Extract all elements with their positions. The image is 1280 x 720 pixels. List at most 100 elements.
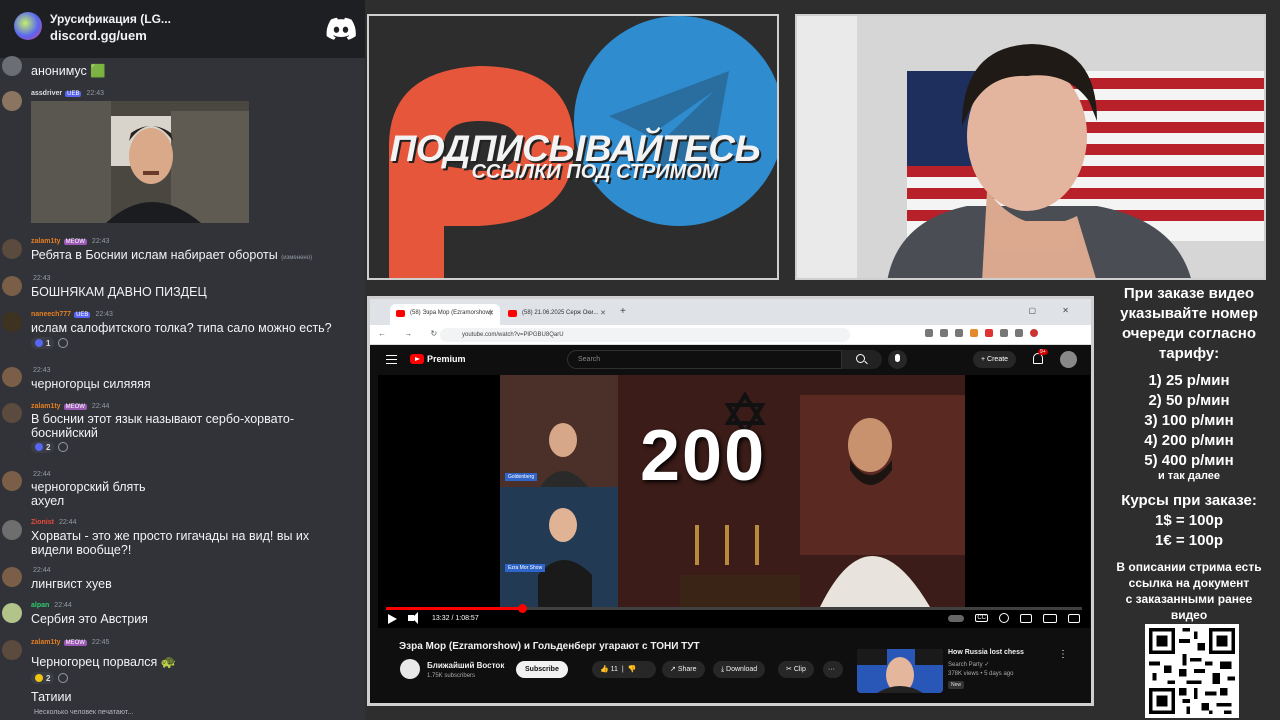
avatar[interactable] <box>2 640 22 660</box>
clip-label: Clip <box>793 666 806 673</box>
timestamp: 22:43 <box>33 275 51 282</box>
avatar[interactable] <box>2 276 22 296</box>
avatar[interactable] <box>2 403 22 423</box>
recommended-video-title[interactable]: How Russia lost chess <box>948 649 1024 656</box>
account-avatar[interactable] <box>1060 351 1077 368</box>
video-title: Эзра Мор (Ezramorshow) и Гольденберг уга… <box>399 641 700 652</box>
reaction[interactable]: 2 <box>31 441 55 453</box>
role-badge: UEB <box>74 312 91 318</box>
timestamp: 22:44 <box>54 602 72 609</box>
theater-mode-icon[interactable] <box>1043 613 1057 623</box>
microphone-icon[interactable] <box>888 350 907 369</box>
channel-avatar[interactable] <box>400 659 420 679</box>
message-text: Ребята в Боснии ислам набирает обороты (… <box>31 248 356 265</box>
channel-name[interactable]: Ближайший Восток <box>427 661 504 670</box>
avatar[interactable] <box>2 91 22 111</box>
add-reaction-button[interactable] <box>58 673 69 683</box>
add-reaction-button[interactable] <box>58 442 69 452</box>
miniplayer-icon[interactable] <box>1020 613 1032 623</box>
username[interactable]: naneech777 <box>31 311 71 318</box>
avatar[interactable] <box>2 56 22 76</box>
dislike-icon[interactable]: 👎 <box>628 666 637 673</box>
menu-icon[interactable] <box>386 355 397 364</box>
download-button[interactable]: ⤓ Download <box>713 661 766 678</box>
subscribe-button[interactable]: Subscribe <box>516 661 568 678</box>
username[interactable]: zalam1ty <box>31 238 61 245</box>
progress-bar[interactable] <box>386 604 1082 613</box>
close-tab-icon[interactable]: ✕ <box>600 309 606 317</box>
more-actions-button[interactable]: ··· <box>823 661 843 678</box>
tab-bar: (58) Эзра Мор (Ezramorshow) ✕ (58) 21.06.… <box>370 299 1091 325</box>
new-badge: New <box>948 681 965 689</box>
avatar[interactable] <box>2 239 22 259</box>
more-options-icon[interactable]: ⋮ <box>1058 649 1068 660</box>
volume-icon[interactable] <box>408 612 418 624</box>
avatar[interactable] <box>2 603 22 623</box>
reactions: 1 <box>31 337 69 349</box>
message-meta: naneech777 UEB 22:43 <box>31 311 113 318</box>
play-icon[interactable] <box>388 614 397 624</box>
video-attachment[interactable] <box>31 101 249 223</box>
extension-icon[interactable] <box>1000 329 1008 337</box>
username[interactable]: assdriver <box>31 90 62 97</box>
tab-active[interactable]: (58) Эзра Мор (Ezramorshow) ✕ <box>390 304 500 325</box>
subscriber-count: 1.75K subscribers <box>427 673 476 679</box>
footer-line: видео <box>1170 608 1208 622</box>
qr-code <box>1145 624 1239 718</box>
reaction[interactable]: 1 <box>31 337 55 349</box>
navigation-buttons[interactable]: ← → ↻ <box>378 329 445 338</box>
webcam-image <box>797 16 1264 278</box>
extension-icon[interactable] <box>925 329 933 337</box>
add-reaction-button[interactable] <box>58 338 69 348</box>
message-text: анонимус 🟩 <box>31 64 106 78</box>
participant-tag: Ezra Mor Show <box>505 564 546 572</box>
username[interactable]: zalam1ty <box>31 403 61 410</box>
search-input[interactable]: Search <box>567 350 842 369</box>
player-right-controls: CC <box>948 613 1080 623</box>
timestamp: 22:44 <box>33 471 51 478</box>
avatar[interactable] <box>2 520 22 540</box>
youtube-favicon-icon <box>508 310 517 317</box>
attachment-photo <box>31 101 249 223</box>
avatar[interactable] <box>2 471 22 491</box>
settings-gear-icon[interactable] <box>999 613 1009 623</box>
like-count: 11 <box>610 666 618 673</box>
subtitles-icon[interactable]: CC <box>975 614 988 622</box>
username[interactable]: Zionist <box>31 519 54 526</box>
avatar[interactable] <box>2 567 22 587</box>
player-controls: 13:32 / 1:08:57 CC <box>378 612 1090 628</box>
promo-subtitle: ССЫЛКИ ПОД СТРИМОМ <box>471 161 719 183</box>
tab-inactive[interactable]: (58) 21.06.2025 Серж Оки... ✕ <box>502 304 612 325</box>
clip-button[interactable]: ✂ Clip <box>778 661 814 678</box>
like-button[interactable]: 👍 11 | 👎 <box>592 661 656 678</box>
share-button[interactable]: ↗ Share <box>662 661 705 678</box>
search-icon[interactable] <box>842 350 882 369</box>
profile-icon[interactable] <box>1030 329 1038 337</box>
extension-icon[interactable] <box>940 329 948 337</box>
server-invite-link[interactable]: discord.gg/uem <box>50 28 147 43</box>
fullscreen-icon[interactable] <box>1068 613 1080 623</box>
reaction-count: 2 <box>46 442 51 452</box>
extension-icon[interactable] <box>970 329 978 337</box>
youtube-logo[interactable]: Premium <box>410 354 466 364</box>
username[interactable]: alpan <box>31 602 49 609</box>
server-icon[interactable] <box>14 12 42 40</box>
url-field[interactable]: youtube.com/watch?v=PlPGBU8QarU <box>440 328 850 342</box>
notification-count-badge: 9+ <box>1038 349 1048 355</box>
close-tab-icon[interactable]: ✕ <box>488 309 494 317</box>
avatar[interactable] <box>2 367 22 387</box>
avatar[interactable] <box>2 312 22 332</box>
reaction[interactable]: 2 <box>31 672 55 684</box>
star-icon[interactable] <box>955 329 963 337</box>
extension-icon[interactable] <box>1015 329 1023 337</box>
autoplay-toggle[interactable] <box>948 614 965 622</box>
extension-icon[interactable] <box>985 329 993 337</box>
window-controls[interactable]: ▢ ✕ <box>1029 306 1081 315</box>
video-player[interactable]: Goldenberg Ezra Mor Show 200 13:32 / 1:0… <box>378 375 1090 628</box>
new-tab-icon[interactable]: + <box>620 306 626 317</box>
create-button[interactable]: + Create <box>973 351 1017 368</box>
footer-line: с заказанными ранее <box>1125 592 1253 606</box>
username[interactable]: zalam1ty <box>31 639 61 646</box>
recommended-video-thumbnail[interactable] <box>857 649 943 693</box>
message-meta: alpan 22:44 <box>31 602 72 609</box>
